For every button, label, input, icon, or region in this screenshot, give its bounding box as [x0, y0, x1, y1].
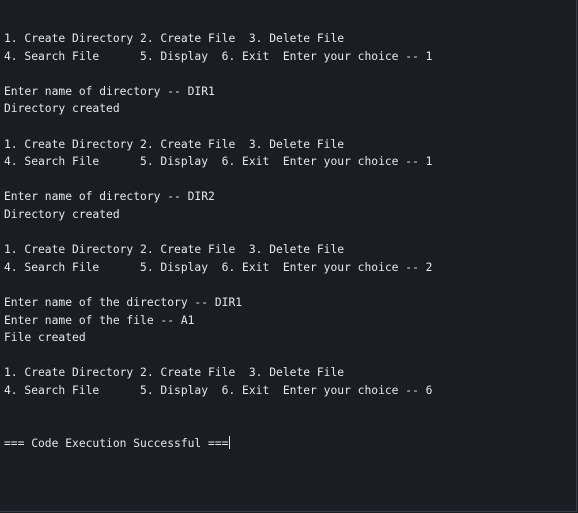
console-line: 4. Search File 5. Display 6. Exit Enter … — [4, 155, 433, 169]
execution-status-line: === Code Execution Successful === — [4, 435, 570, 453]
execution-status-text: === Code Execution Successful === — [4, 436, 229, 450]
console-line: 1. Create Directory 2. Create File 3. De… — [4, 243, 345, 257]
console-line: 1. Create Directory 2. Create File 3. De… — [4, 32, 345, 45]
console-line: Enter name of the file -- A1 — [4, 313, 195, 327]
console-output[interactable]: 1. Create Directory 2. Create File 3. De… — [4, 30, 570, 500]
console-line: Directory created — [4, 102, 120, 116]
console-line: Directory created — [4, 207, 120, 221]
console-window: 1. Create Directory 2. Create File 3. De… — [0, 0, 577, 512]
console-line: 4. Search File 5. Display 6. Exit Enter … — [4, 383, 433, 397]
console-line: Enter name of the directory -- DIR1 — [4, 295, 243, 309]
console-line: 1. Create Directory 2. Create File 3. De… — [4, 137, 345, 151]
console-line: 4. Search File 5. Display 6. Exit Enter … — [4, 260, 433, 274]
console-line: 4. Search File 5. Display 6. Exit Enter … — [4, 49, 433, 63]
console-line: Enter name of directory -- DIR1 — [4, 84, 215, 98]
console-line: 1. Create Directory 2. Create File 3. De… — [4, 366, 345, 380]
text-cursor — [229, 435, 231, 449]
console-line: File created — [4, 331, 86, 345]
console-line: Enter name of directory -- DIR2 — [4, 190, 215, 204]
